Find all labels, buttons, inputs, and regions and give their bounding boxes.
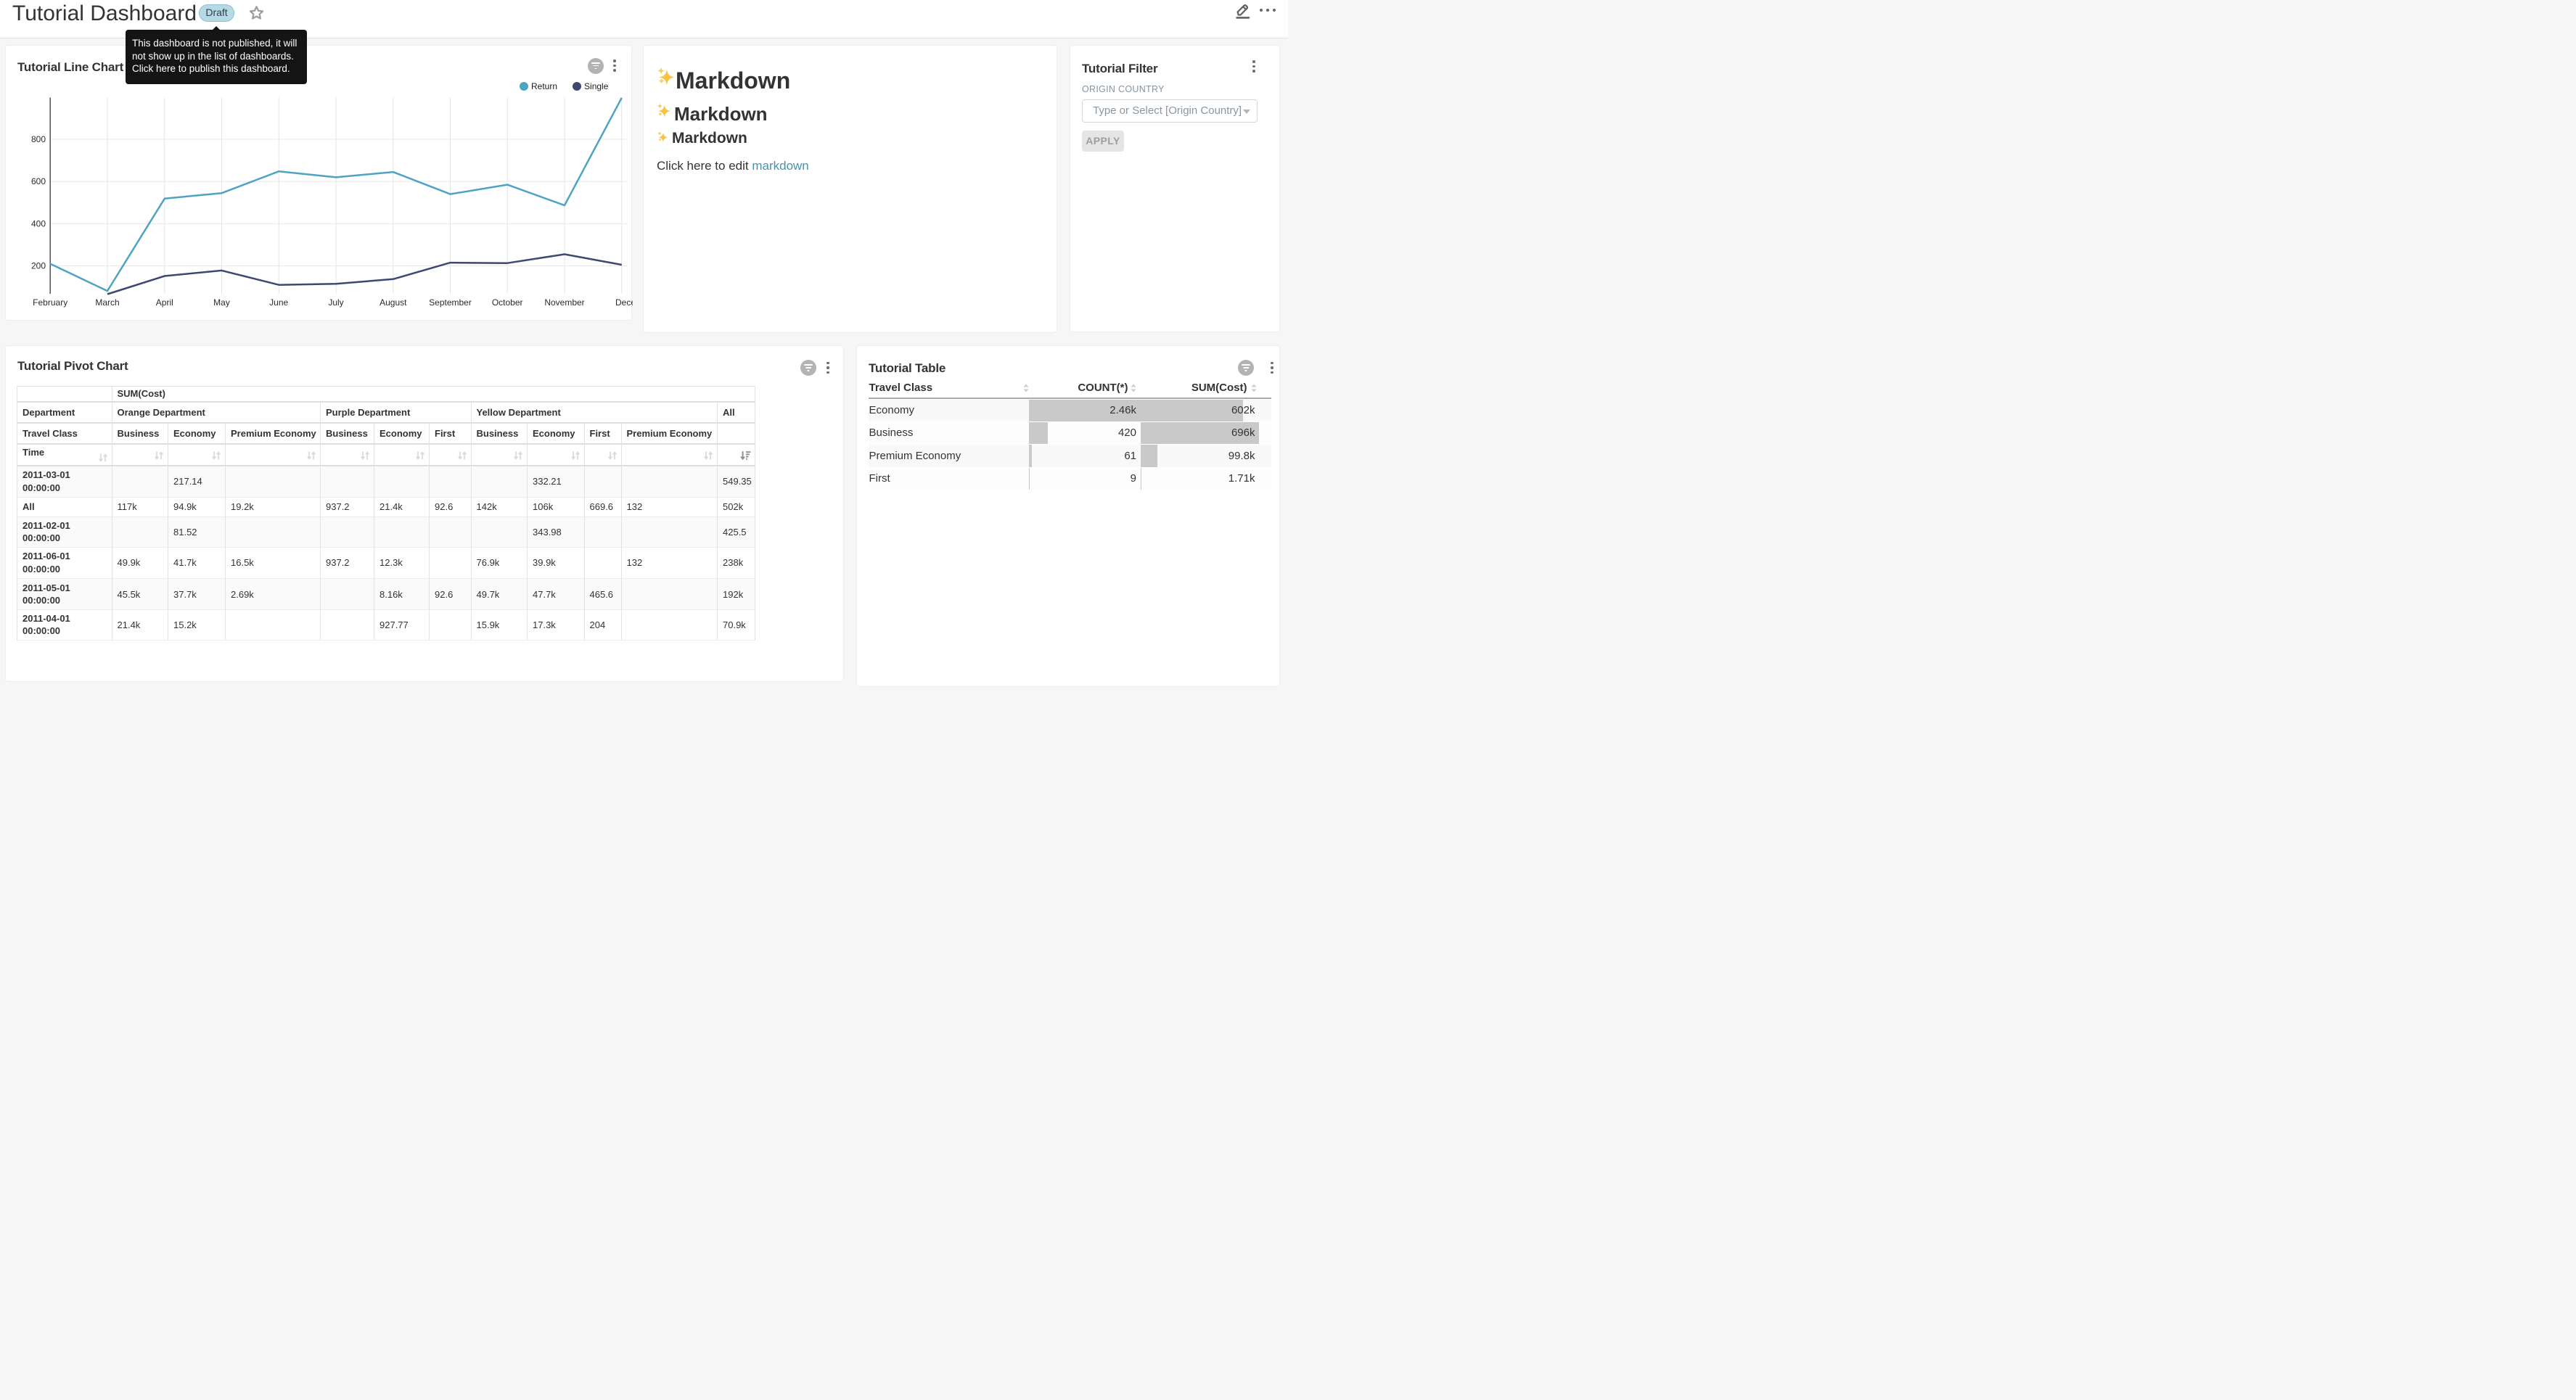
svg-text:April: April	[156, 297, 173, 308]
svg-text:August: August	[380, 297, 407, 308]
svg-text:800: 800	[31, 134, 46, 144]
svg-text:600: 600	[31, 176, 46, 186]
svg-text:May: May	[213, 297, 230, 308]
svg-text:March: March	[95, 297, 119, 308]
svg-text:June: June	[269, 297, 288, 308]
svg-text:July: July	[328, 297, 343, 308]
svg-text:September: September	[429, 297, 472, 308]
svg-text:400: 400	[31, 218, 46, 228]
svg-text:October: October	[492, 297, 523, 308]
svg-text:Dece: Dece	[615, 297, 633, 308]
svg-text:February: February	[33, 297, 67, 308]
svg-text:November: November	[544, 297, 584, 308]
svg-text:200: 200	[31, 261, 46, 271]
